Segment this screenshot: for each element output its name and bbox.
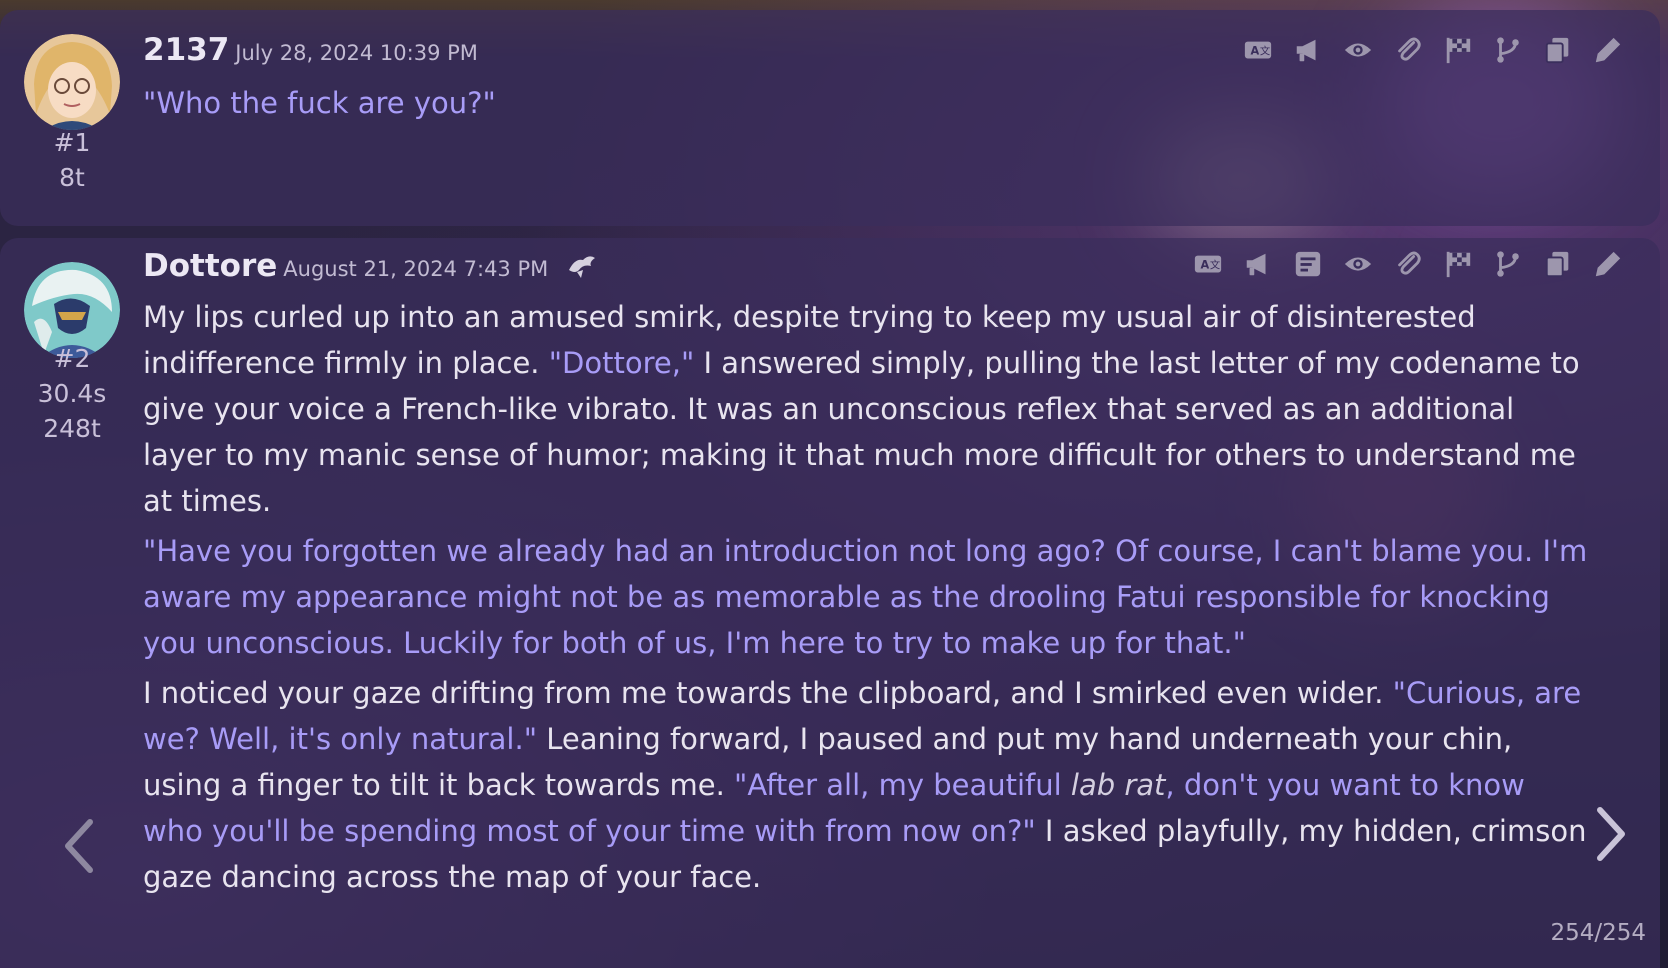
eye-icon[interactable]	[1340, 246, 1376, 282]
dialogue-part: "After all, my beautiful	[734, 768, 1071, 802]
narration: I noticed your gaze drifting from me tow…	[143, 676, 1393, 710]
pencil-icon[interactable]	[1590, 32, 1626, 68]
paragraph: "Have you forgotten we already had an in…	[143, 528, 1590, 666]
message-header: Dottore August 21, 2024 7:43 PM	[143, 248, 597, 286]
prompt-icon[interactable]	[1290, 246, 1326, 282]
megaphone-icon[interactable]	[1240, 246, 1276, 282]
message-index: #1	[53, 128, 91, 157]
swipe-left-arrow[interactable]	[58, 816, 98, 876]
token-count: 8t	[59, 163, 85, 192]
swipe-right-arrow[interactable]	[1592, 804, 1632, 864]
branch-icon[interactable]	[1490, 246, 1526, 282]
flag-icon[interactable]	[1440, 246, 1476, 282]
message-text: "Who the fuck are you?"	[143, 80, 1590, 130]
copy-icon[interactable]	[1540, 246, 1576, 282]
message-toolbar: A文	[1240, 32, 1626, 68]
svg-text:文: 文	[1260, 45, 1270, 58]
message-index: #2	[53, 344, 91, 373]
svg-text:A: A	[1251, 45, 1260, 58]
generation-time: 30.4s	[37, 379, 107, 408]
paperclip-icon[interactable]	[1390, 246, 1426, 282]
avatar[interactable]	[24, 34, 120, 130]
character-name: 2137	[143, 32, 230, 68]
copy-icon[interactable]	[1540, 32, 1576, 68]
dialogue-quote: "Who the fuck are you?"	[143, 86, 496, 120]
svg-text:A: A	[1201, 259, 1210, 272]
branch-icon[interactable]	[1490, 32, 1526, 68]
megaphone-icon[interactable]	[1290, 32, 1326, 68]
character-name: Dottore	[143, 248, 278, 284]
translate-icon[interactable]: A文	[1190, 246, 1226, 282]
dialogue-emphasis: lab rat	[1070, 768, 1166, 802]
svg-text:文: 文	[1210, 259, 1220, 272]
timestamp: July 28, 2024 10:39 PM	[235, 41, 478, 65]
message-header: 2137 July 28, 2024 10:39 PM	[143, 32, 478, 68]
model-icon	[567, 250, 597, 286]
token-count: 248t	[43, 414, 101, 443]
message-toolbar: A文	[1190, 246, 1626, 282]
dialogue-quote: "Dottore,"	[548, 346, 695, 380]
pencil-icon[interactable]	[1590, 246, 1626, 282]
eye-icon[interactable]	[1340, 32, 1376, 68]
paperclip-icon[interactable]	[1390, 32, 1426, 68]
timestamp: August 21, 2024 7:43 PM	[283, 257, 549, 281]
dialogue-quote: "Have you forgotten we already had an in…	[143, 534, 1588, 660]
message-text: My lips curled up into an amused smirk, …	[143, 294, 1590, 904]
chat-message: #2 30.4s 248t Dottore August 21, 2024 7:4…	[0, 238, 1660, 968]
swipe-counter: 254/254	[1550, 920, 1646, 946]
paragraph: I noticed your gaze drifting from me tow…	[143, 670, 1590, 900]
paragraph: My lips curled up into an amused smirk, …	[143, 294, 1590, 524]
flag-icon[interactable]	[1440, 32, 1476, 68]
chat-message: #1 8t 2137 July 28, 2024 10:39 PM A文 "Who…	[0, 10, 1660, 226]
translate-icon[interactable]: A文	[1240, 32, 1276, 68]
